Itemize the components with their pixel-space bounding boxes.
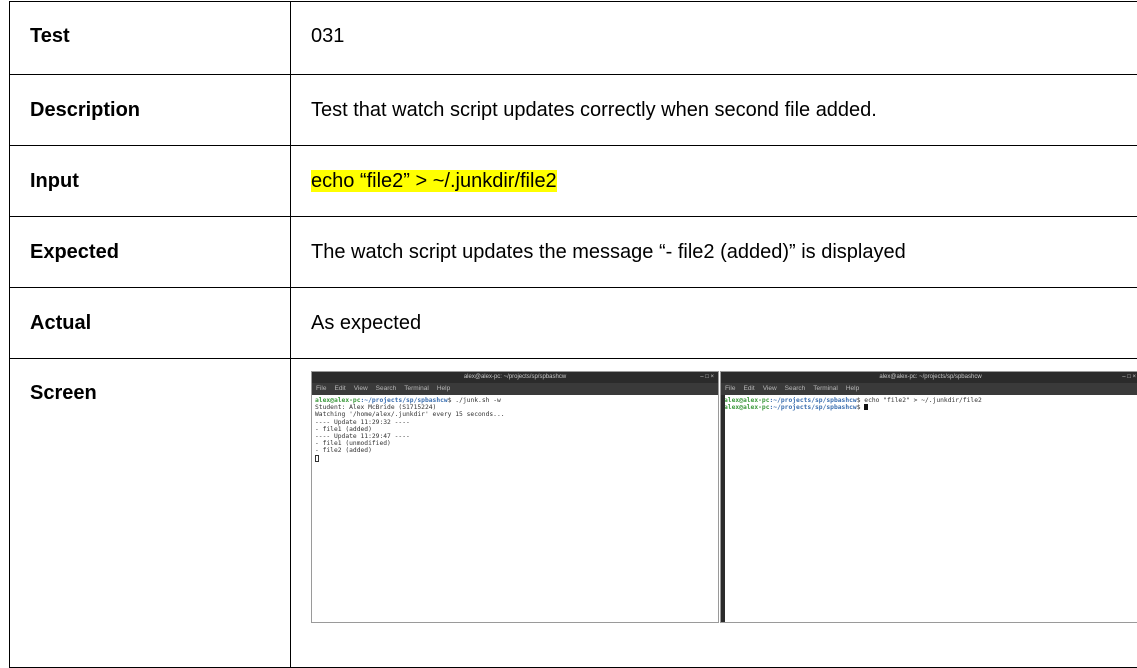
terminal-titlebar: alex@alex-pc: ~/projects/sp/spbashcw – □… bbox=[721, 372, 1137, 383]
prompt-user: alex@alex-pc bbox=[724, 404, 770, 411]
terminal-line: Watching '/home/alex/.junkdir' every 15 … bbox=[315, 411, 505, 418]
menu-terminal: Terminal bbox=[404, 385, 429, 392]
row-label: Screen bbox=[10, 359, 291, 668]
scrollbar bbox=[721, 395, 725, 622]
row-label: Description bbox=[10, 75, 291, 146]
terminal-line: ---- Update 11:29:32 ---- bbox=[315, 419, 410, 426]
row-label: Input bbox=[10, 146, 291, 217]
terminal-output: alex@alex-pc:~/projects/sp/spbashcw$ ./j… bbox=[312, 395, 718, 464]
terminal-menubar: File Edit View Search Terminal Help bbox=[721, 383, 1137, 395]
row-screen: Screen alex@alex-pc: ~/projects/sp/spbas… bbox=[10, 359, 1137, 668]
prompt-user: alex@alex-pc bbox=[315, 397, 361, 404]
window-controls-icon: – □ × bbox=[700, 372, 714, 383]
row-value: Test that watch script updates correctly… bbox=[291, 75, 1137, 146]
menu-view: View bbox=[354, 385, 368, 392]
row-label: Test bbox=[10, 2, 291, 75]
menu-view: View bbox=[763, 385, 777, 392]
terminal-title: alex@alex-pc: ~/projects/sp/spbashcw bbox=[464, 374, 566, 380]
row-label: Expected bbox=[10, 217, 291, 288]
terminal-line: Student: Alex McBride (S1715224) bbox=[315, 404, 436, 411]
terminal-screenshot: alex@alex-pc: ~/projects/sp/spbashcw – □… bbox=[311, 371, 1137, 623]
terminal-command: $ ./junk.sh -w bbox=[448, 397, 501, 404]
terminal-titlebar: alex@alex-pc: ~/projects/sp/spbashcw – □… bbox=[312, 372, 718, 383]
terminal-line: ---- Update 11:29:47 ---- bbox=[315, 433, 410, 440]
terminal-title: alex@alex-pc: ~/projects/sp/spbashcw bbox=[879, 374, 981, 380]
highlighted-input-value: echo “file2” > ~/.junkdir/file2 bbox=[311, 170, 557, 192]
menu-file: File bbox=[316, 385, 326, 392]
row-test: Test 031 bbox=[10, 2, 1137, 75]
prompt-path: :~/projects/sp/spbashcw bbox=[770, 397, 857, 404]
row-label: Actual bbox=[10, 288, 291, 359]
row-actual: Actual As expected bbox=[10, 288, 1137, 359]
terminal-line: - file2 (added) bbox=[315, 447, 372, 454]
prompt-path: :~/projects/sp/spbashcw bbox=[770, 404, 857, 411]
screenshot-cell: alex@alex-pc: ~/projects/sp/spbashcw – □… bbox=[291, 359, 1137, 668]
menu-edit: Edit bbox=[743, 385, 754, 392]
terminal-line: - file1 (added) bbox=[315, 426, 372, 433]
row-value-cell: echo “file2” > ~/.junkdir/file2 bbox=[291, 146, 1137, 217]
prompt-user: alex@alex-pc bbox=[724, 397, 770, 404]
terminal-command: $ echo "file2" > ~/.junkdir/file2 bbox=[857, 397, 982, 404]
row-input: Input echo “file2” > ~/.junkdir/file2 bbox=[10, 146, 1137, 217]
prompt-suffix: $ bbox=[857, 404, 865, 411]
terminal-line: - file1 (unmodified) bbox=[315, 440, 391, 447]
row-value: The watch script updates the message “- … bbox=[291, 217, 1137, 288]
menu-terminal: Terminal bbox=[813, 385, 838, 392]
row-expected: Expected The watch script updates the me… bbox=[10, 217, 1137, 288]
window-controls-icon: – □ × bbox=[1122, 372, 1136, 383]
row-description: Description Test that watch script updat… bbox=[10, 75, 1137, 146]
row-value: 031 bbox=[291, 2, 1137, 75]
menu-help: Help bbox=[437, 385, 450, 392]
left-terminal-window: alex@alex-pc: ~/projects/sp/spbashcw – □… bbox=[311, 371, 719, 623]
prompt-path: :~/projects/sp/spbashcw bbox=[361, 397, 448, 404]
cursor-icon bbox=[315, 455, 319, 462]
menu-search: Search bbox=[785, 385, 806, 392]
menu-edit: Edit bbox=[334, 385, 345, 392]
menu-search: Search bbox=[376, 385, 397, 392]
menu-file: File bbox=[725, 385, 735, 392]
right-terminal-window: alex@alex-pc: ~/projects/sp/spbashcw – □… bbox=[720, 371, 1137, 623]
test-case-table: Test 031 Description Test that watch scr… bbox=[9, 1, 1137, 668]
row-value: As expected bbox=[291, 288, 1137, 359]
menu-help: Help bbox=[846, 385, 859, 392]
terminal-output: alex@alex-pc:~/projects/sp/spbashcw$ ech… bbox=[721, 395, 1137, 413]
cursor-icon bbox=[864, 404, 868, 410]
terminal-menubar: File Edit View Search Terminal Help bbox=[312, 383, 718, 395]
